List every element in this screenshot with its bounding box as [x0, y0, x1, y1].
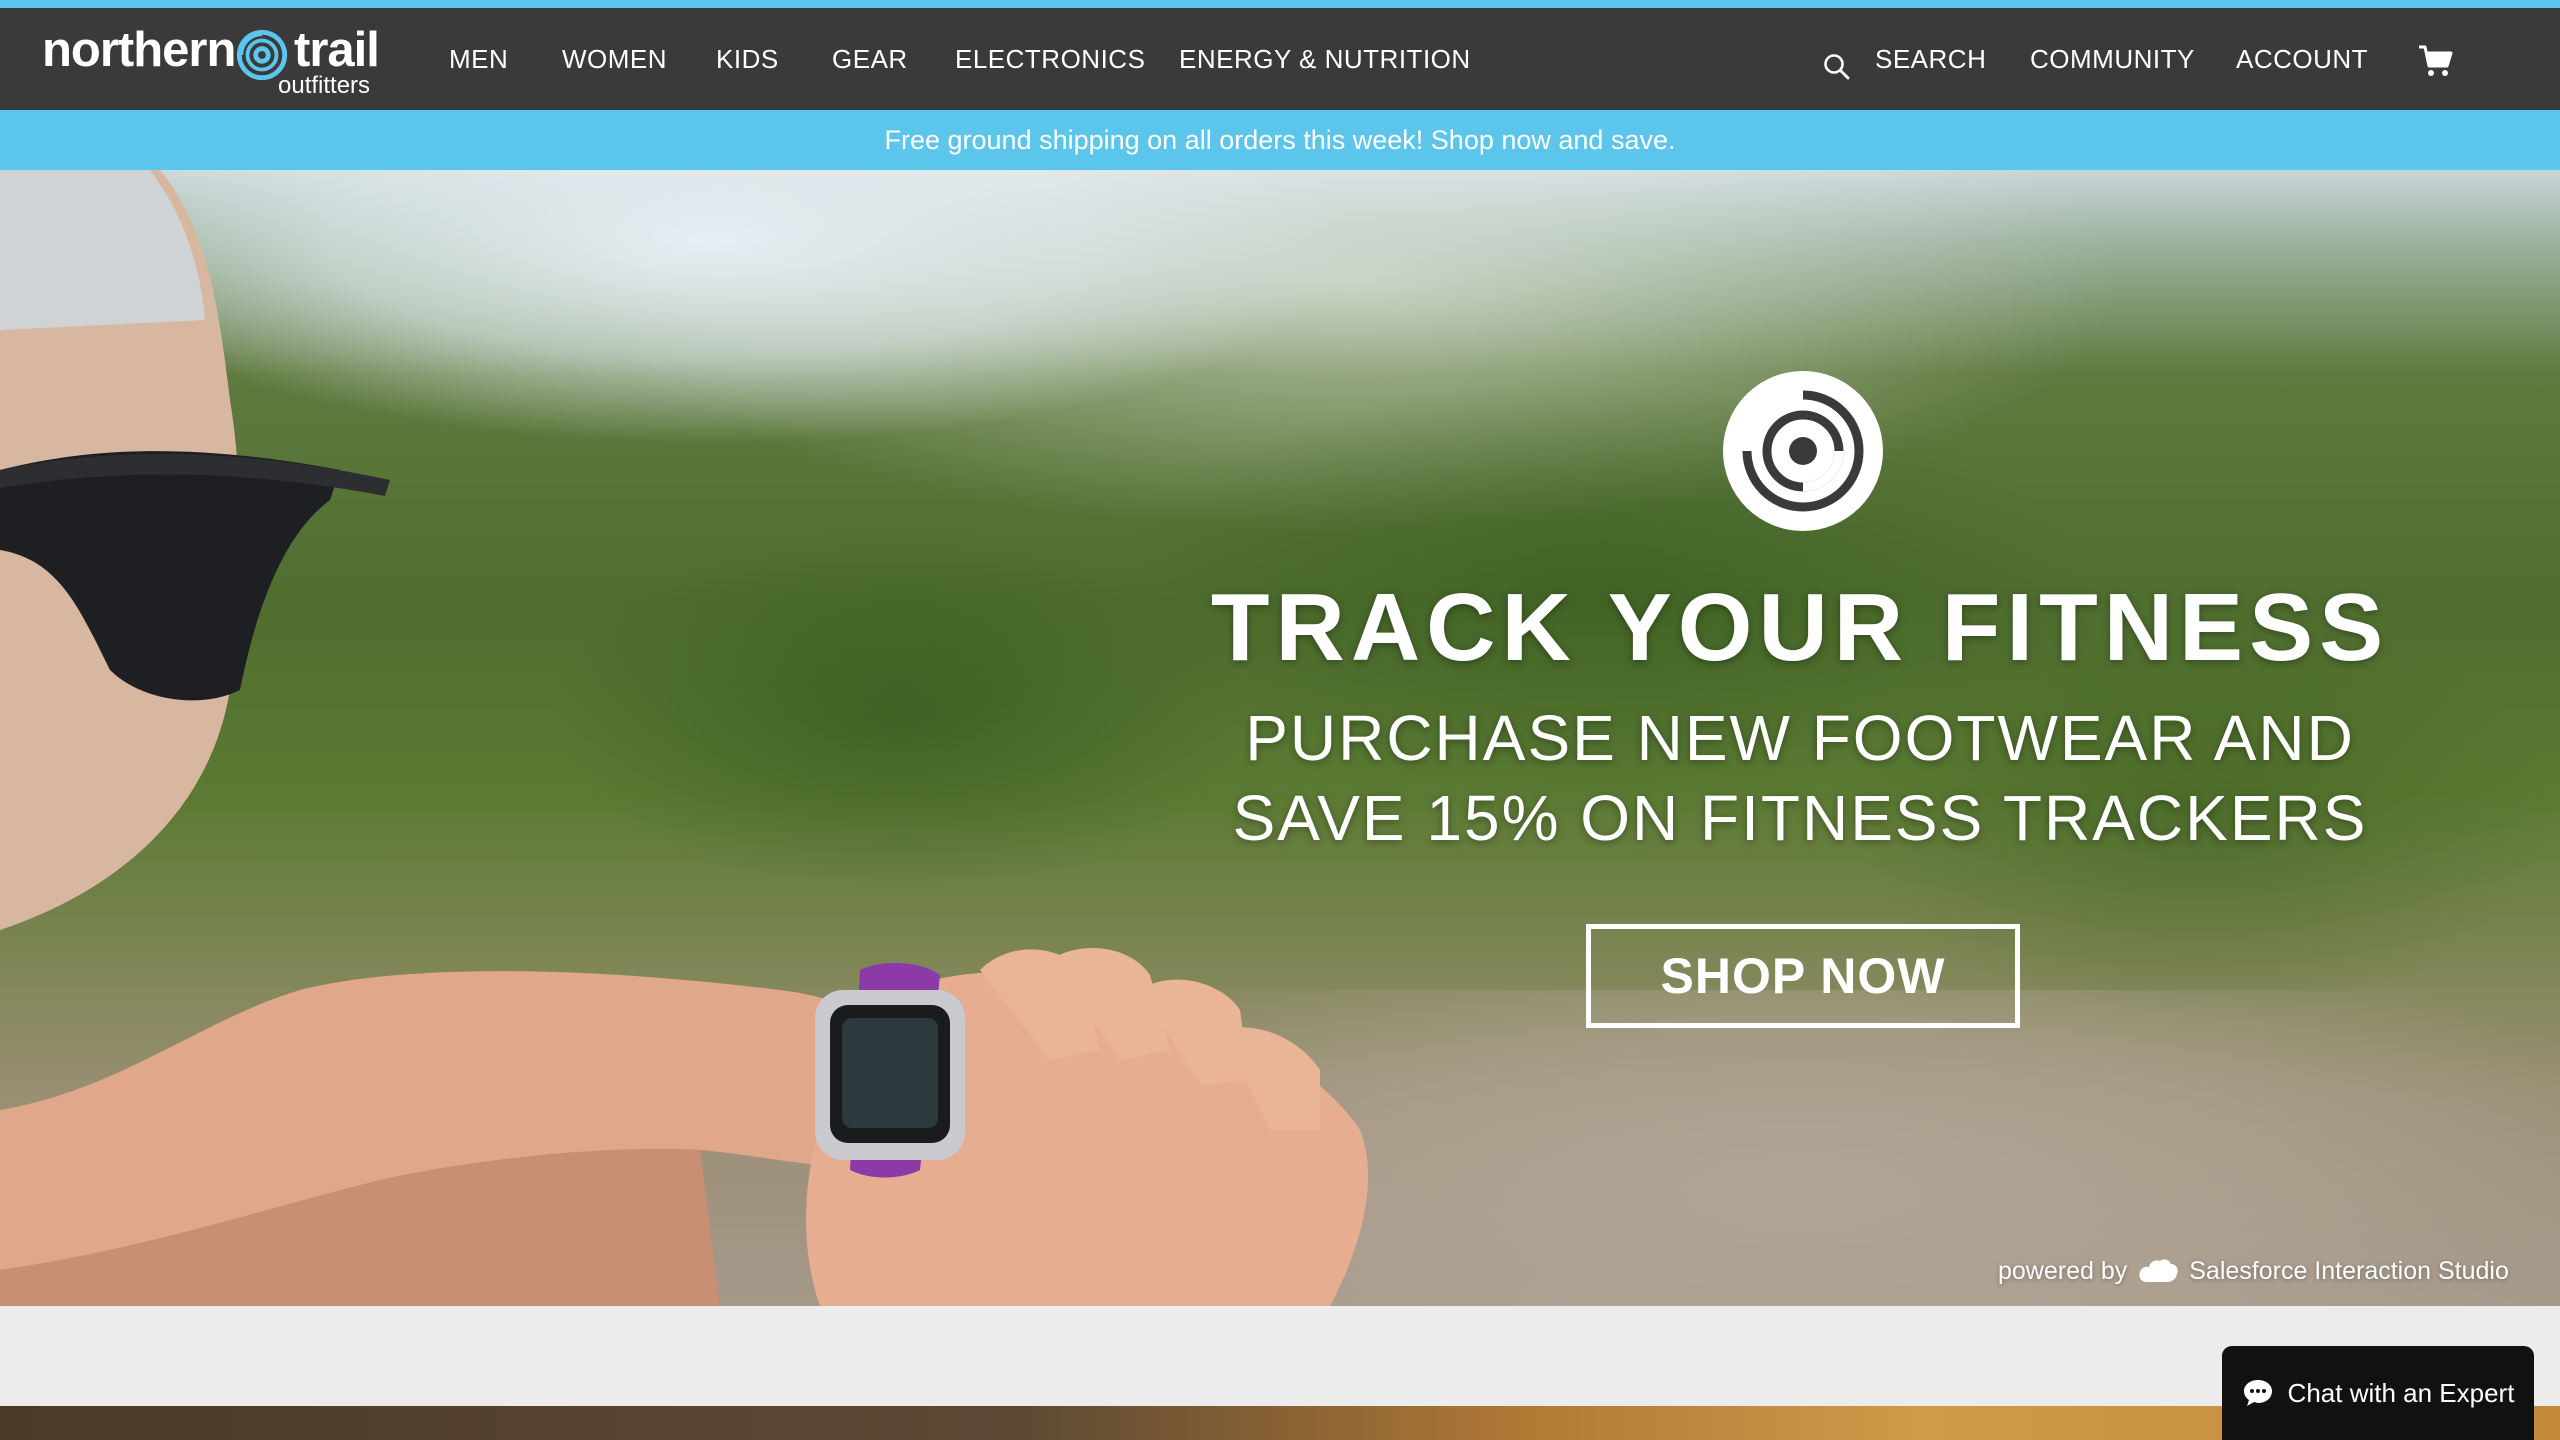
community-link[interactable]: COMMUNITY: [2030, 46, 2195, 72]
promo-banner[interactable]: Free ground shipping on all orders this …: [0, 110, 2560, 170]
chat-label[interactable]: Chat with an Expert: [2288, 1378, 2515, 1409]
content-spacer: [0, 1306, 2560, 1406]
hero-banner: TRACK YOUR FITNESS PURCHASE NEW FOOTWEAR…: [0, 170, 2560, 1306]
next-section-preview: [0, 1406, 2560, 1440]
shop-now-button[interactable]: SHOP NOW: [1586, 924, 2020, 1028]
search-link[interactable]: SEARCH: [1875, 46, 1986, 72]
hero-subtitle: PURCHASE NEW FOOTWEAR AND SAVE 15% ON FI…: [1100, 698, 2500, 858]
hero-emblem-icon: [1723, 371, 1883, 531]
hero-subtitle-line-1: PURCHASE NEW FOOTWEAR AND: [1245, 702, 2355, 774]
cart-icon[interactable]: [2418, 44, 2454, 78]
nav-item-energy-nutrition[interactable]: ENERGY & NUTRITION: [1179, 46, 1471, 72]
salesforce-cloud-icon: [2139, 1259, 2178, 1282]
account-link[interactable]: ACCOUNT: [2236, 46, 2368, 72]
hero-title: TRACK YOUR FITNESS: [1210, 574, 2390, 681]
nav-item-electronics[interactable]: ELECTRONICS: [955, 46, 1145, 72]
brand-sub: outfitters: [278, 72, 371, 99]
brand-logo[interactable]: northern trail outfitters: [42, 18, 382, 102]
page: northern trail outfitters MEN WOMEN KIDS…: [0, 0, 2560, 1440]
site-header: northern trail outfitters MEN WOMEN KIDS…: [0, 8, 2560, 110]
nav-item-kids[interactable]: KIDS: [716, 46, 779, 72]
promo-text[interactable]: Free ground shipping on all orders this …: [885, 125, 1676, 155]
brand-name-right: trail: [294, 23, 380, 77]
search-icon[interactable]: [1822, 52, 1852, 82]
nav-item-women[interactable]: WOMEN: [562, 46, 667, 72]
nav-item-men[interactable]: MEN: [449, 46, 508, 72]
hero-subtitle-line-2: SAVE 15% ON FITNESS TRACKERS: [1232, 782, 2368, 854]
brand-name-left: northern: [42, 23, 236, 77]
nav-item-gear[interactable]: GEAR: [832, 46, 908, 72]
powered-by: powered by Salesforce Interaction Studio: [1998, 1254, 2509, 1288]
powered-prefix: powered by: [1998, 1256, 2128, 1285]
powered-product: Salesforce Interaction Studio: [2189, 1256, 2509, 1285]
chat-bubble-icon: [2243, 1380, 2272, 1406]
top-accent-strip: [0, 0, 2560, 8]
chat-with-expert-button[interactable]: Chat with an Expert: [2222, 1346, 2534, 1440]
